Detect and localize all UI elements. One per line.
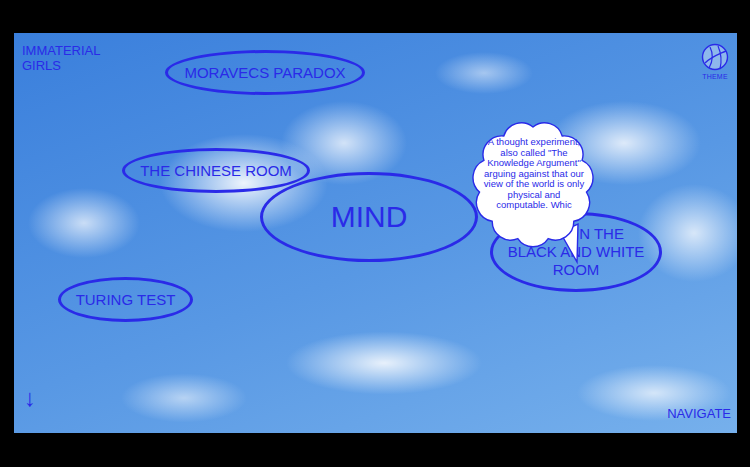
sky-canvas: IMMATERIAL GIRLS THEME ↓ NAVIGATE MORAVE… [14,33,737,433]
concept-node[interactable]: TURING TEST [58,277,193,322]
footer: ↓ NAVIGATE [22,385,731,421]
theme-button[interactable]: THEME [701,43,731,80]
concept-node[interactable]: MIND [260,172,478,262]
header: IMMATERIAL GIRLS THEME [22,43,731,80]
brand-logo[interactable]: IMMATERIAL GIRLS [22,43,112,73]
navigate-button[interactable]: NAVIGATE [667,406,731,421]
theme-label: THEME [702,73,728,80]
tooltip-text: A thought experiment, also called "The K… [481,137,587,233]
thought-bubble-tooltip: A thought experiment, also called "The K… [474,120,594,266]
concept-node[interactable]: MORAVECS PARADOX [165,50,365,95]
scroll-down-icon[interactable]: ↓ [24,385,36,411]
screen: IMMATERIAL GIRLS THEME ↓ NAVIGATE MORAVE… [0,0,750,467]
globe-icon [701,43,729,71]
concept-node[interactable]: THE CHINESE ROOM [122,148,310,193]
